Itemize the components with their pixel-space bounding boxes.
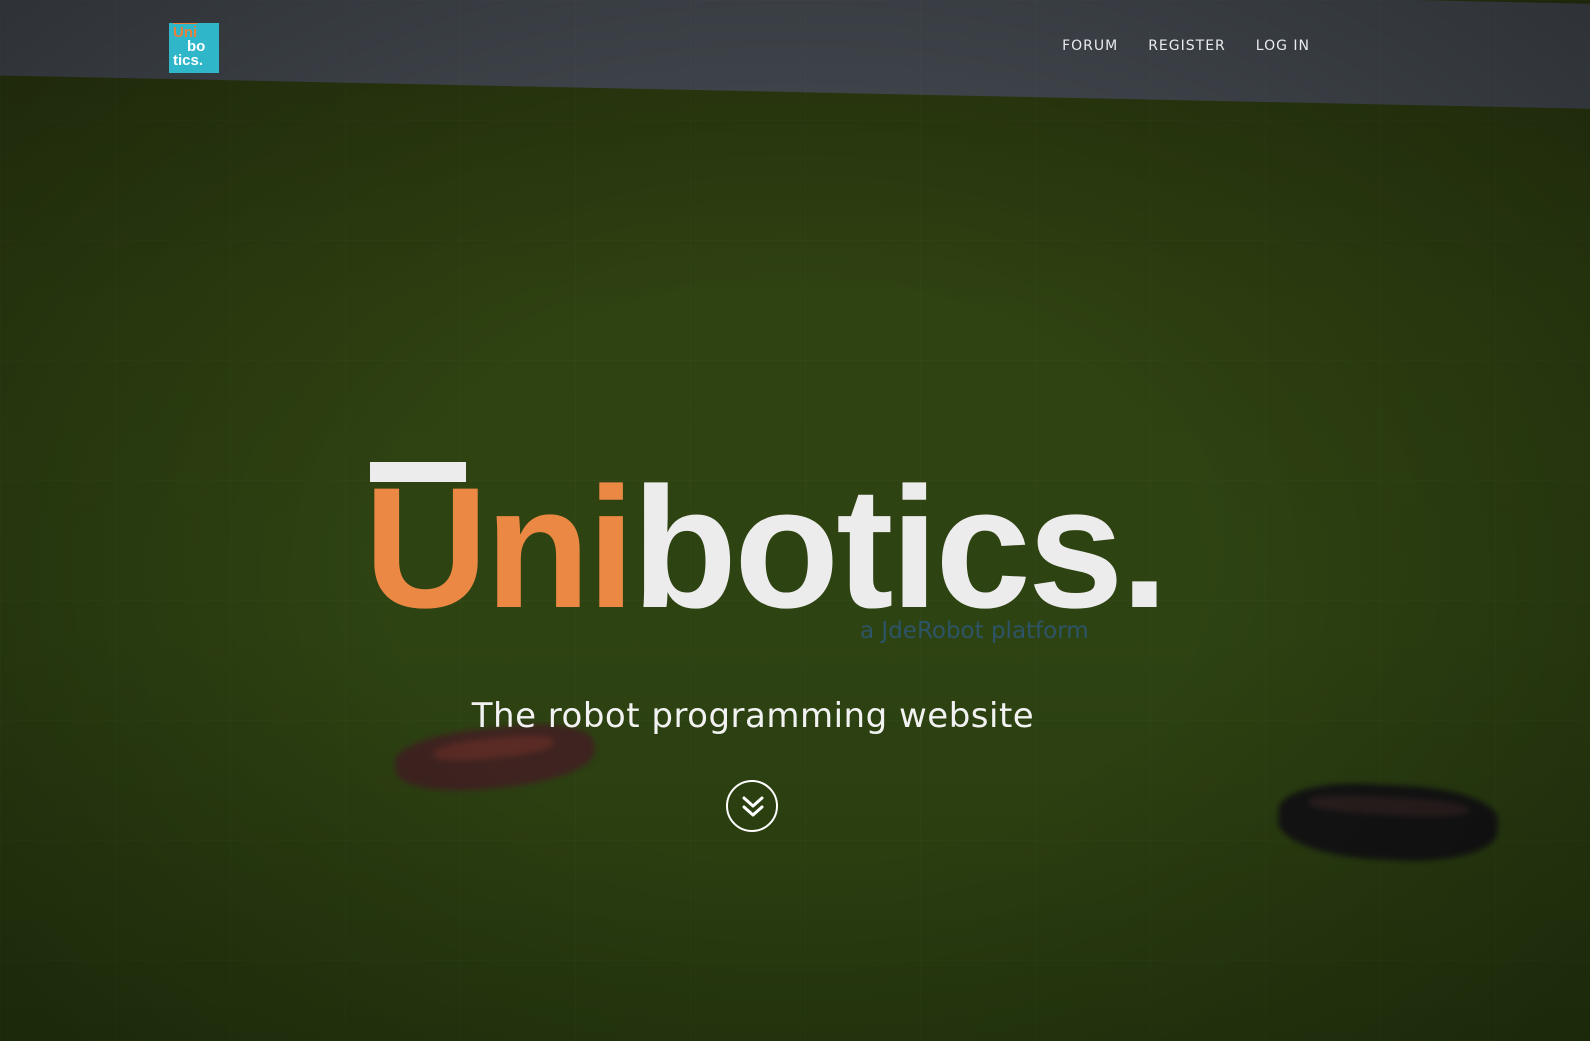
chevron-double-down-icon [742, 796, 764, 817]
brand-title: Unibotics. [364, 462, 1168, 634]
brand-tagline: a JdeRobot platform [860, 618, 1089, 644]
navbar: Uni bo tics. FORUM REGISTER LOG IN [0, 0, 1590, 95]
logo-line-3: tics. [173, 52, 204, 69]
brand-accent-text: Uni [364, 452, 635, 644]
nav-login-link[interactable]: LOG IN [1256, 38, 1310, 54]
main-nav: FORUM REGISTER LOG IN [1062, 38, 1310, 54]
hero-subtitle: The robot programming website [471, 696, 1035, 736]
nav-register-link[interactable]: REGISTER [1148, 38, 1226, 54]
logo[interactable]: Uni bo tics. [169, 23, 219, 73]
hero-section: Uni bo tics. FORUM REGISTER LOG IN Unibo… [0, 0, 1590, 1041]
brand-rest-text: botics. [632, 452, 1168, 644]
scroll-down-button[interactable] [726, 780, 778, 832]
brand-wordmark: Unibotics. [364, 462, 1168, 634]
nav-forum-link[interactable]: FORUM [1062, 38, 1118, 54]
